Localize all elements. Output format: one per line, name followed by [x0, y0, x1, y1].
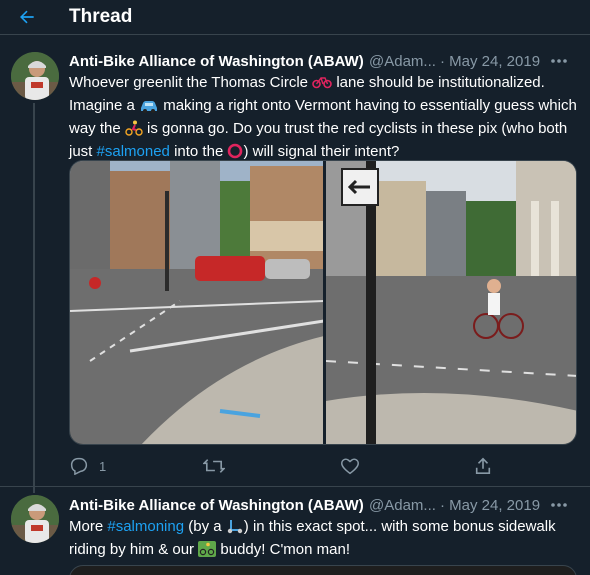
tweet-text-segment: ) in this exact spot... with some bonus … [243, 518, 556, 535]
tweet-text-segment: Imagine a [69, 97, 135, 114]
tweet-text-segment: Whoever greenlit the Thomas Circle [69, 74, 308, 91]
tweet-date[interactable]: · May 24, 2019 [440, 53, 540, 70]
page-title: Thread [69, 6, 133, 27]
share-button[interactable] [474, 455, 492, 477]
tweet-text-segment: is gonna go. Do you trust the red cyclis… [147, 120, 568, 137]
tweet-text-segment: More [69, 518, 104, 535]
display-name[interactable]: Anti-Bike Alliance of Washington (ABAW) [69, 497, 364, 514]
tweet-text-segment: just [69, 143, 93, 160]
tweet-divider [0, 486, 590, 487]
retweet-icon [203, 459, 225, 473]
user-handle[interactable]: @Adam... [369, 53, 436, 70]
mountain-biker-emoji-icon [198, 541, 217, 563]
avatar[interactable] [11, 52, 59, 100]
tweet-text-segment: into the [174, 143, 224, 160]
tweet-header: Anti-Bike Alliance of Washington (ABAW) … [69, 497, 579, 517]
hashtag-link[interactable]: #salmoned [97, 143, 170, 160]
tweet-text-segment: ) will signal their intent? [243, 143, 400, 160]
tweet-media-partial[interactable] [69, 565, 577, 575]
tweet-text-segment: way the [69, 120, 121, 137]
display-name[interactable]: Anti-Bike Alliance of Washington (ABAW) [69, 53, 364, 70]
share-icon [475, 457, 491, 475]
retweet-button[interactable] [203, 455, 225, 477]
heart-icon [341, 458, 359, 475]
more-horizontal-icon [551, 503, 567, 507]
back-button[interactable] [12, 2, 42, 32]
thread-connector-line [33, 103, 35, 493]
arrow-left-icon [20, 10, 34, 24]
tweet-text-segment: buddy! C'mon man! [220, 541, 351, 558]
tweet-actions: 1 [69, 455, 539, 477]
tweet-text-segment: making a right onto Vermont having to es… [163, 97, 577, 114]
reply-button[interactable]: 1 [69, 455, 106, 477]
tweet-text-segment: (by a [188, 518, 222, 535]
avatar-image [11, 52, 59, 100]
cyclist-emoji-icon [125, 120, 143, 142]
tweet-body: Whoever greenlit the Thomas Circle lane … [69, 73, 581, 165]
tweet-header: Anti-Bike Alliance of Washington (ABAW) … [69, 53, 579, 73]
avatar[interactable] [11, 495, 59, 543]
scooter-emoji-icon [226, 518, 244, 540]
user-handle[interactable]: @Adam... [369, 497, 436, 514]
street-photo-left[interactable] [70, 161, 324, 445]
street-photo-right[interactable] [326, 161, 577, 445]
avatar-image [11, 495, 59, 543]
hashtag-link[interactable]: #salmoning [107, 518, 184, 535]
car-emoji-icon [139, 99, 159, 119]
reply-icon [70, 457, 88, 475]
more-options-button[interactable] [547, 51, 571, 71]
tweet-body: More #salmoning (by a ) in this exact sp… [69, 517, 581, 563]
more-horizontal-icon [551, 59, 567, 63]
more-options-button[interactable] [547, 495, 571, 515]
bicycle-emoji-icon [312, 74, 332, 96]
reply-count: 1 [99, 458, 107, 474]
tweet-date[interactable]: · May 24, 2019 [440, 497, 540, 514]
like-button[interactable] [340, 455, 360, 477]
tweet-media[interactable] [69, 160, 577, 445]
tweet-text-segment: lane should be institutionalized. [336, 74, 545, 91]
thread-header: Thread [0, 0, 590, 35]
tweet-text-segment: riding by him & our [69, 541, 195, 558]
